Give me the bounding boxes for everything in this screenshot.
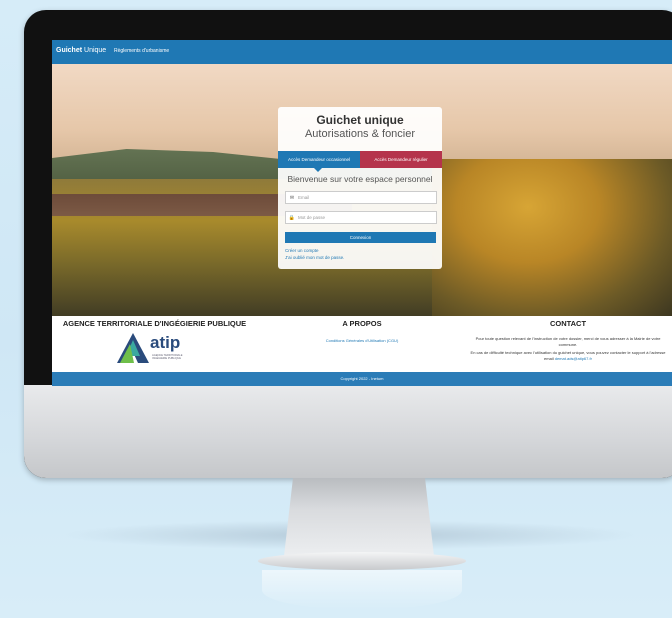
lock-icon: 🔒	[288, 215, 296, 221]
login-button[interactable]: Connexion	[285, 232, 436, 243]
vineyard-foreground	[432, 159, 672, 316]
footer-contact: CONTACT Pour toute question relevant de …	[468, 319, 668, 362]
envelope-icon: ✉	[289, 195, 295, 201]
email-field[interactable]: ✉ Email	[285, 191, 437, 204]
cgu-link[interactable]: Conditions Générales d'Utilisation (CGU)	[267, 338, 457, 343]
screen: Guichet Unique Règlements d'urbanisme Gu…	[52, 40, 672, 386]
stand-reflection	[262, 570, 462, 610]
contact-text-2: En cas de difficulté technique avec l'ut…	[468, 350, 668, 362]
login-card: Guichet unique Autorisations & foncier A…	[278, 107, 442, 269]
atip-logo-icon	[117, 333, 149, 363]
footer: AGENCE TERRITORIALE D'INGÉGIERIE PUBLIQU…	[52, 316, 672, 372]
brand-light: Unique	[84, 47, 107, 54]
brand-bold: Guichet	[56, 47, 83, 54]
nav-link-urbanisme[interactable]: Règlements d'urbanisme	[114, 48, 169, 54]
contact-title: CONTACT	[549, 319, 587, 328]
contact-text-1: Pour toute question relevant de l'instru…	[475, 336, 661, 347]
logo-word: atip	[150, 333, 181, 352]
logo-tagline: AGENCE TERRITORIALE INGÉGIERIE PUBLIQUE	[152, 354, 183, 360]
contact-email-link[interactable]: demat.ads@atip67.fr	[555, 356, 592, 361]
navbar: Guichet Unique Règlements d'urbanisme	[52, 40, 672, 64]
footer-about: A PROPOS Conditions Générales d'Utilisat…	[267, 319, 457, 343]
footer-agency: AGENCE TERRITORIALE D'INGÉGIERIE PUBLIQU…	[52, 319, 257, 328]
monitor-stand	[284, 478, 434, 556]
login-subtitle: Autorisations & foncier	[304, 128, 416, 140]
tab-regular[interactable]: Accès Demandeur régulier	[360, 151, 442, 168]
password-placeholder: Mot de passe	[298, 215, 326, 220]
monitor-stand-base	[258, 552, 466, 570]
tab-occasional[interactable]: Accès Demandeur occasionnel	[278, 151, 360, 172]
forgot-password-link[interactable]: J'ai oublié mon mot de passe.	[285, 255, 344, 260]
monitor-chin	[24, 385, 672, 478]
welcome-text: Bienvenue sur votre espace personnel	[287, 174, 433, 184]
about-title: A PROPOS	[342, 319, 382, 328]
password-field[interactable]: 🔒 Mot de passe	[285, 211, 437, 224]
brand[interactable]: Guichet Unique	[56, 47, 106, 54]
hero-background: Guichet unique Autorisations & foncier A…	[52, 64, 672, 316]
login-title: Guichet unique	[316, 113, 404, 127]
agency-title: AGENCE TERRITORIALE D'INGÉGIERIE PUBLIQU…	[62, 319, 247, 328]
create-account-link[interactable]: Créer un compte	[285, 248, 319, 253]
email-placeholder: Email	[298, 195, 310, 200]
atip-logo: atip AGENCE TERRITORIALE INGÉGIERIE PUBL…	[116, 332, 196, 364]
copyright-bar: Copyright 2022 - Inetum	[52, 372, 672, 386]
